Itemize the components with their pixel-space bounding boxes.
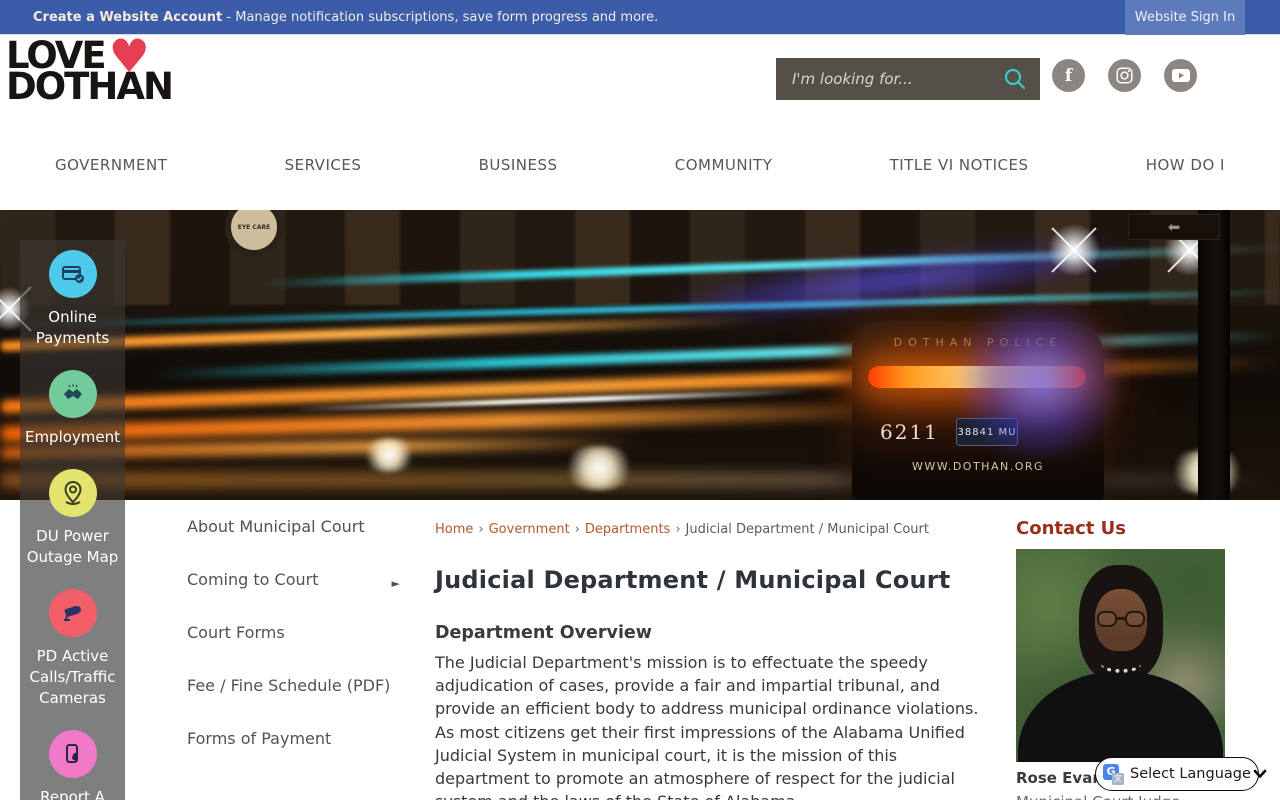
nav-item-government[interactable]: GOVERNMENT bbox=[55, 156, 167, 174]
create-account-link[interactable]: Create a Website Account bbox=[33, 10, 222, 25]
top-utility-bar: Create a Website Account - Manage notifi… bbox=[0, 0, 1280, 35]
facebook-icon: f bbox=[1064, 65, 1073, 86]
headlight-glow bbox=[360, 438, 418, 472]
quicklink-du-power-outage-map[interactable]: DU Power Outage Map bbox=[21, 469, 124, 568]
youtube-icon bbox=[1171, 69, 1190, 82]
quicklink-report-a[interactable]: Report A bbox=[21, 730, 124, 800]
camera-icon bbox=[63, 605, 81, 621]
site-logo[interactable]: LOVE ♥ DOTHAN bbox=[6, 33, 174, 108]
breadcrumb-current: Judicial Department / Municipal Court bbox=[685, 522, 929, 537]
submenu-arrow-icon: ► bbox=[391, 577, 400, 590]
hero-image: EYE CARE DOTHAN POLICE 6211 38841 MU WWW… bbox=[0, 210, 1280, 500]
police-car-unit-number: 6211 bbox=[880, 420, 939, 444]
create-account-desc: - Manage notification subscriptions, sav… bbox=[222, 9, 659, 25]
menu-item-court-forms[interactable]: Court Forms bbox=[187, 622, 400, 644]
select-language-label: Select Language bbox=[1130, 766, 1251, 782]
site-header: LOVE ♥ DOTHAN f bbox=[0, 33, 1280, 128]
page: Create a Website Account - Manage notifi… bbox=[0, 0, 1280, 800]
nav-item-community[interactable]: COMMUNITY bbox=[675, 156, 773, 174]
headlight-glow bbox=[560, 446, 638, 490]
quicklink-employment[interactable]: Employment bbox=[21, 370, 124, 448]
nav-item-business[interactable]: BUSINESS bbox=[479, 156, 558, 174]
chevron-down-icon bbox=[1253, 769, 1267, 778]
contact-role: Municipal Court Judge bbox=[1016, 793, 1226, 800]
police-car: DOTHAN POLICE 6211 38841 MU WWW.DOTHAN.O… bbox=[852, 306, 1134, 500]
section-menu: About Municipal Court Coming to Court ► C… bbox=[187, 516, 407, 781]
map-pin-icon bbox=[63, 480, 82, 505]
photo-glasses bbox=[1096, 611, 1146, 629]
instagram-icon bbox=[1116, 67, 1133, 84]
contact-us-heading: Contact Us bbox=[1016, 518, 1127, 539]
one-way-sign: ⬅ bbox=[1128, 214, 1220, 240]
search-icon[interactable] bbox=[1002, 66, 1028, 92]
youtube-button[interactable] bbox=[1164, 59, 1197, 92]
menu-item-coming-to-court[interactable]: Coming to Court ► bbox=[187, 569, 400, 591]
nav-item-services[interactable]: SERVICES bbox=[285, 156, 362, 174]
search-input[interactable] bbox=[792, 70, 1002, 88]
logo-text-dothan: DOTHAN bbox=[6, 65, 174, 108]
website-sign-in-button[interactable]: Website Sign In bbox=[1125, 0, 1245, 35]
photo-pearl-necklace bbox=[1101, 655, 1141, 673]
menu-item-forms-of-payment[interactable]: Forms of Payment bbox=[187, 728, 400, 750]
streetlight-starburst bbox=[1042, 218, 1106, 282]
menu-item-fee-fine-schedule[interactable]: Fee / Fine Schedule (PDF) bbox=[187, 675, 400, 697]
quicklinks-sidebar: Online Payments Employment DU Power Outa… bbox=[20, 240, 125, 800]
select-language-dropdown[interactable]: G 文 Select Language bbox=[1095, 757, 1267, 791]
breadcrumb: Home › Government › Departments › Judicial Dep… bbox=[435, 522, 929, 537]
search-box bbox=[776, 58, 1040, 100]
street-pole bbox=[1198, 210, 1230, 500]
nav-item-how-do-i[interactable]: HOW DO I bbox=[1146, 156, 1225, 174]
main-nav: GOVERNMENT SERVICES BUSINESS COMMUNITY T… bbox=[0, 128, 1280, 202]
breadcrumb-departments[interactable]: Departments bbox=[585, 522, 670, 537]
create-account-text: Create a Website Account - Manage notifi… bbox=[33, 10, 658, 25]
page-title: Judicial Department / Municipal Court bbox=[435, 566, 951, 594]
mobile-report-icon bbox=[65, 744, 78, 763]
department-overview-text: The Judicial Department's mission is to … bbox=[435, 653, 979, 800]
menu-item-about-municipal-court[interactable]: About Municipal Court bbox=[187, 516, 400, 538]
breadcrumb-home[interactable]: Home bbox=[435, 522, 473, 537]
handshake-icon bbox=[63, 384, 82, 399]
breadcrumb-government[interactable]: Government bbox=[489, 522, 570, 537]
department-overview-heading: Department Overview bbox=[435, 623, 652, 643]
nav-item-title-vi-notices[interactable]: TITLE VI NOTICES bbox=[890, 156, 1029, 174]
judge-photo bbox=[1016, 549, 1225, 762]
main-content: Home › Government › Departments › Judicial Dep… bbox=[435, 522, 987, 800]
police-car-url: WWW.DOTHAN.ORG bbox=[911, 460, 1045, 473]
facebook-button[interactable]: f bbox=[1052, 59, 1085, 92]
instagram-button[interactable] bbox=[1108, 59, 1141, 92]
google-translate-icon: G 文 bbox=[1103, 763, 1124, 785]
quicklink-pd-active-calls-traffic-cameras[interactable]: PD Active Calls/Traffic Cameras bbox=[21, 589, 124, 709]
police-light-flare bbox=[944, 306, 1134, 456]
quicklink-online-payments[interactable]: Online Payments bbox=[21, 250, 124, 349]
credit-card-icon bbox=[61, 266, 84, 283]
